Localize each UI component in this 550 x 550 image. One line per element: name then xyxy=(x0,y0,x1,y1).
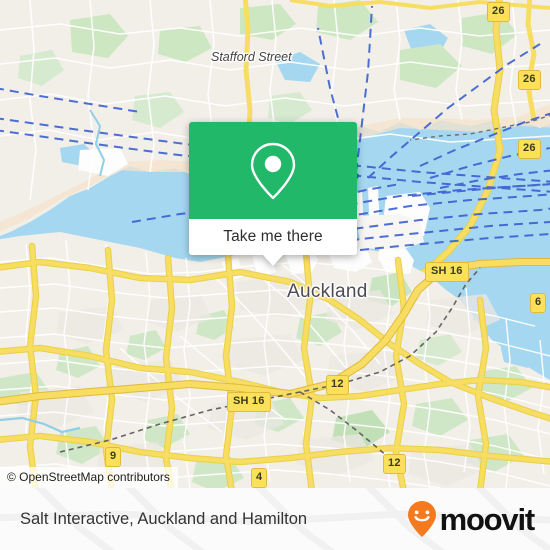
road-shield-12-upper[interactable]: 12 xyxy=(326,375,349,395)
popup-pointer-tail xyxy=(263,255,283,266)
popup-header xyxy=(189,122,357,219)
road-shield-26-south[interactable]: 26 xyxy=(518,139,541,159)
location-pin-icon xyxy=(250,142,296,199)
road-shield-26-mid[interactable]: 26 xyxy=(518,70,541,90)
road-shield-sh16-east[interactable]: SH 16 xyxy=(425,262,469,282)
road-shield-12-lower[interactable]: 12 xyxy=(383,454,406,474)
moovit-brand-logo[interactable]: moovit xyxy=(407,500,536,538)
map-attribution[interactable]: © OpenStreetMap contributors xyxy=(0,467,178,488)
road-shield-4[interactable]: 4 xyxy=(251,468,268,488)
moovit-smiley-pin-icon xyxy=(407,501,436,537)
road-shield-6[interactable]: 6 xyxy=(530,293,547,313)
moovit-location-map-page: Stafford Street Auckland 26 26 26 SH 16 … xyxy=(0,0,550,550)
location-popup-card[interactable]: Take me there xyxy=(189,122,357,266)
map-canvas[interactable]: Stafford Street Auckland 26 26 26 SH 16 … xyxy=(0,0,550,488)
map-label-stafford-street: Stafford Street xyxy=(211,50,292,64)
page-footer: Salt Interactive, Auckland and Hamilton … xyxy=(0,488,550,550)
road-shield-26-north[interactable]: 26 xyxy=(487,2,510,22)
road-shield-sh16-west[interactable]: SH 16 xyxy=(227,392,271,412)
popup-action-bar[interactable]: Take me there xyxy=(189,219,357,255)
road-shield-9[interactable]: 9 xyxy=(105,447,122,467)
map-label-auckland: Auckland xyxy=(287,281,368,302)
location-title: Salt Interactive, Auckland and Hamilton xyxy=(20,509,308,528)
take-me-there-label: Take me there xyxy=(223,228,323,245)
moovit-wordmark: moovit xyxy=(439,501,536,537)
